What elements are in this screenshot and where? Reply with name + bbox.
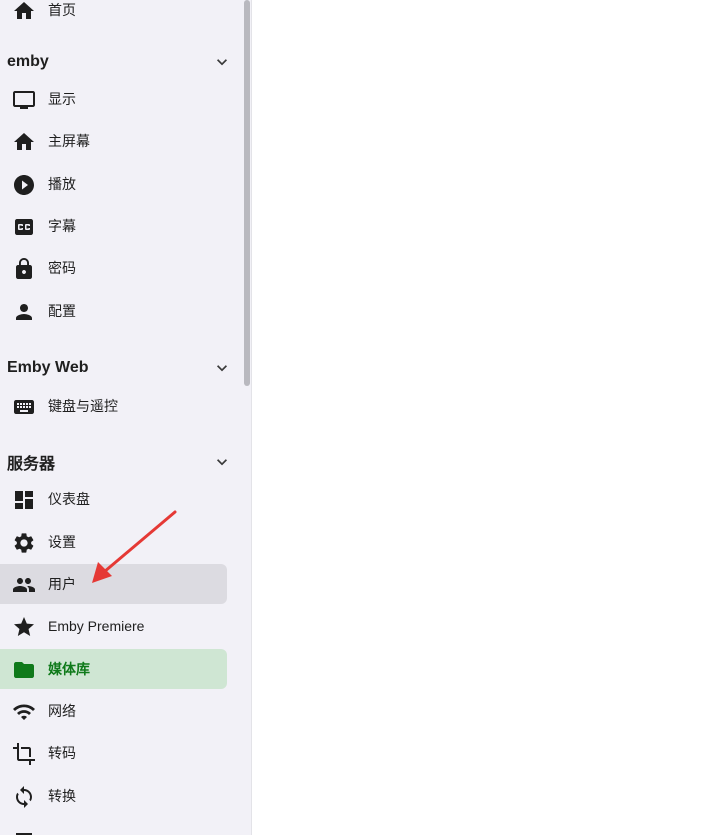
crop-icon <box>12 742 36 766</box>
section-header-emby[interactable]: emby <box>0 48 242 76</box>
sidebar-item-display[interactable]: 显示 <box>0 79 227 119</box>
sidebar-item-label: 主屏幕 <box>48 133 90 149</box>
home-icon <box>12 0 36 23</box>
sync-icon <box>12 785 36 809</box>
home-icon <box>12 130 36 154</box>
sidebar-item-subtitles[interactable]: 字幕 <box>0 206 227 246</box>
folder-icon <box>12 658 36 682</box>
sidebar-item-transcoding[interactable]: 转码 <box>0 733 227 773</box>
sidebar-item-partial[interactable] <box>0 818 227 835</box>
sidebar-item-label: 转码 <box>48 745 76 761</box>
section-title: emby <box>7 53 49 70</box>
chevron-down-icon[interactable] <box>212 358 232 378</box>
sidebar-item-home-screen[interactable]: 主屏幕 <box>0 121 227 161</box>
sidebar-item-label: 仪表盘 <box>48 491 90 507</box>
people-icon <box>12 573 36 597</box>
sidebar: 首页 emby 显示 主屏幕 播放 字幕 密码 配置 Emby Web 键盘与遥… <box>0 0 242 835</box>
sidebar-item-label: 设置 <box>48 534 76 550</box>
sidebar-item-label: 用户 <box>48 576 76 592</box>
sidebar-item-label: 键盘与遥控 <box>48 398 118 414</box>
sidebar-item-label: 媒体库 <box>48 661 90 677</box>
keyboard-icon <box>12 395 36 419</box>
sidebar-item-network[interactable]: 网络 <box>0 691 227 731</box>
sidebar-item-keyboard-remote[interactable]: 键盘与遥控 <box>0 386 227 426</box>
sidebar-item-label: 配置 <box>48 303 76 319</box>
sidebar-item-label: 首页 <box>48 2 76 18</box>
sidebar-item-label: 密码 <box>48 260 76 276</box>
section-header-emby-web[interactable]: Emby Web <box>0 354 242 382</box>
sidebar-item-label: 转换 <box>48 788 76 804</box>
sidebar-item-dashboard[interactable]: 仪表盘 <box>0 479 227 519</box>
lock-icon <box>12 257 36 281</box>
sidebar-item-label: 播放 <box>48 176 76 192</box>
dashboard-icon <box>12 488 36 512</box>
device-icon <box>12 827 36 835</box>
play-circle-icon <box>12 173 36 197</box>
main-content <box>252 0 707 835</box>
sidebar-item-label: 字幕 <box>48 218 76 234</box>
monitor-icon <box>12 88 36 112</box>
chevron-down-icon[interactable] <box>212 452 232 472</box>
sidebar-item-users[interactable]: 用户 <box>0 564 227 604</box>
sidebar-item-label: Emby Premiere <box>48 618 145 634</box>
sidebar-item-library[interactable]: 媒体库 <box>0 649 227 689</box>
section-title: Emby Web <box>7 359 89 376</box>
gear-icon <box>12 531 36 555</box>
section-header-server[interactable]: 服务器 <box>0 448 242 476</box>
sidebar-scrollbar-thumb[interactable] <box>244 0 250 386</box>
sidebar-item-playback[interactable]: 播放 <box>0 164 227 204</box>
sidebar-item-password[interactable]: 密码 <box>0 248 227 288</box>
star-icon <box>12 615 36 639</box>
sidebar-item-settings[interactable]: 设置 <box>0 522 227 562</box>
sidebar-item-emby-premiere[interactable]: Emby Premiere <box>0 606 227 646</box>
section-title: 服务器 <box>7 456 56 473</box>
chevron-down-icon[interactable] <box>212 52 232 72</box>
sidebar-item-label: 显示 <box>48 91 76 107</box>
person-icon <box>12 300 36 324</box>
sidebar-item-conversion[interactable]: 转换 <box>0 776 227 816</box>
wifi-icon <box>12 700 36 724</box>
sidebar-item-home[interactable]: 首页 <box>0 0 227 30</box>
sidebar-item-label: 网络 <box>48 703 76 719</box>
sidebar-item-profile[interactable]: 配置 <box>0 291 227 331</box>
closed-caption-icon <box>12 215 36 239</box>
